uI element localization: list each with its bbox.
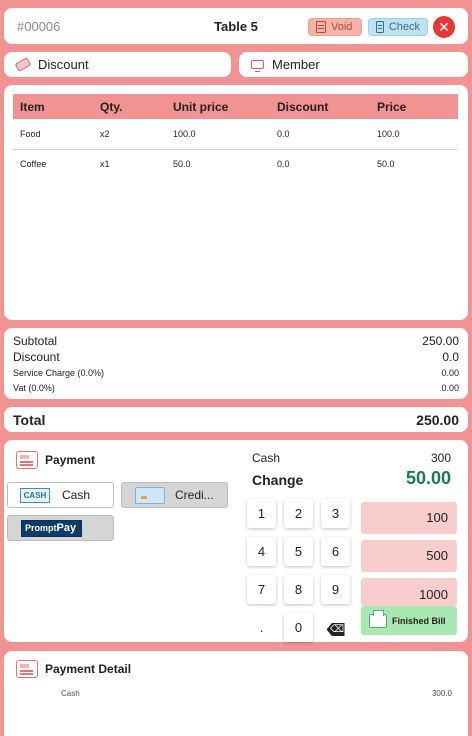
discount-button[interactable]: Discount (4, 52, 231, 77)
cell-discount: 0.0 (270, 119, 370, 150)
void-icon (316, 21, 326, 33)
cell-unit-price: 100.0 (166, 119, 270, 150)
keypad-key-8[interactable]: 8 (284, 575, 313, 604)
change-value: 50.00 (405, 468, 451, 488)
cash-register-icon (16, 660, 38, 678)
service-charge-value: 0.00 (441, 368, 459, 378)
cell-item: Coffee (20, 159, 47, 170)
discount-label: Discount (38, 57, 89, 72)
vat-label: Vat (0.0%) (13, 383, 55, 393)
credit-method-label: Credi... (175, 488, 214, 502)
cash-register-icon (16, 451, 38, 469)
quick-amount-500[interactable]: 500 (361, 540, 457, 572)
credit-card-icon (135, 486, 165, 504)
table-header-row: Item Qty. Unit price Discount Price (13, 94, 458, 119)
quick-amount-100[interactable]: 100 (361, 502, 457, 534)
column-header-qty: Qty. (93, 94, 166, 119)
keypad-key-7[interactable]: 7 (247, 575, 276, 604)
keypad-key-9[interactable]: 9 (321, 575, 350, 604)
cell-discount: 0.0 (277, 159, 290, 170)
check-bill-icon (376, 21, 384, 33)
subtotal-row: Subtotal 250.00 (13, 334, 459, 348)
cell-item: Food (13, 119, 93, 150)
member-icon (251, 60, 264, 72)
payment-header: Payment (16, 451, 95, 469)
cell-qty: x1 (100, 159, 110, 170)
payment-method-promptpay[interactable]: PromptPay (7, 515, 114, 541)
promptpay-logo-icon: PromptPay (21, 519, 82, 537)
payment-method-cash[interactable]: CASH Cash (7, 482, 114, 508)
order-items-table: Item Qty. Unit price Discount Price Food… (13, 94, 458, 179)
keypad-key-2[interactable]: 2 (284, 499, 313, 528)
close-button[interactable]: ✕ (433, 16, 455, 38)
keypad-key-1[interactable]: 1 (247, 499, 276, 528)
payment-detail-row: Cash 300.0 (61, 689, 452, 698)
cell-price: 50.0 (377, 159, 395, 170)
keypad-backspace[interactable]: ⌫ (321, 613, 350, 642)
column-header-discount: Discount (270, 94, 370, 119)
vat-row: Vat (0.0%) 0.00 (13, 383, 459, 393)
cash-logo-icon: CASH (20, 487, 50, 503)
keypad-key-6[interactable]: 6 (321, 537, 350, 566)
service-charge-label: Service Charge (0.0%) (13, 368, 105, 378)
finished-bill-label: Finished Bill (392, 615, 446, 626)
cell-unit-price: 50.0 (173, 159, 191, 170)
total-row: Total 250.00 (13, 412, 459, 428)
cell-price: 100.0 (370, 119, 458, 150)
change-label: Change (252, 472, 304, 488)
quick-amount-1000[interactable]: 1000 (361, 578, 457, 606)
payment-detail-amount: 300.0 (431, 689, 452, 698)
cash-received-label: Cash (252, 451, 281, 465)
keypad-key-3[interactable]: 3 (321, 499, 350, 528)
promptpay-logo-prompt: Prompt (25, 522, 57, 533)
column-header-item: Item (13, 94, 93, 119)
discount-summary-label: Discount (13, 350, 60, 364)
printer-icon (369, 609, 387, 628)
table-row[interactable]: Food x2 100.0 0.0 100.0 (13, 119, 458, 150)
close-icon: ✕ (438, 19, 450, 35)
payment-method-credit[interactable]: Credi... (121, 482, 228, 508)
backspace-icon: ⌫ (326, 623, 345, 636)
column-header-unit-price: Unit price (166, 94, 270, 119)
discount-summary-value: 0.0 (442, 350, 459, 364)
member-label: Member (272, 57, 320, 72)
table-row[interactable]: Coffee x1 50.0 0.0 50.0 (13, 149, 458, 179)
discount-row: Discount 0.0 (13, 350, 459, 364)
check-button[interactable]: Check (368, 18, 428, 36)
subtotal-label: Subtotal (13, 334, 58, 348)
cell-qty: x2 (93, 119, 166, 150)
cash-method-label: Cash (62, 488, 91, 502)
member-button[interactable]: Member (239, 52, 468, 77)
keypad-key-0[interactable]: 0 (284, 613, 313, 642)
tag-icon (14, 57, 32, 72)
subtotal-value: 250.00 (422, 334, 459, 348)
void-label: Void (331, 21, 353, 33)
summary-panel: Subtotal 250.00 Discount 0.0 Service Cha… (4, 328, 468, 399)
order-header: #00006 Table 5 Void Check ✕ (4, 8, 468, 44)
column-header-price: Price (370, 94, 458, 119)
payment-panel: Payment CASH Cash Credi... PromptPay Cas… (4, 440, 468, 642)
keypad-key-4[interactable]: 4 (247, 537, 276, 566)
payment-detail-title: Payment Detail (45, 662, 132, 676)
promptpay-logo-pay: Pay (56, 521, 77, 534)
total-panel: Total 250.00 (4, 407, 468, 432)
payment-detail-method: Cash (61, 689, 80, 698)
total-label: Total (13, 412, 46, 428)
finished-bill-button[interactable]: Finished Bill (361, 606, 457, 635)
void-button[interactable]: Void (308, 18, 362, 36)
keypad-key-decimal[interactable]: . (247, 613, 276, 642)
payment-detail-panel: Payment Detail Cash 300.0 (4, 651, 468, 736)
vat-value: 0.00 (441, 383, 459, 393)
check-label: Check (388, 21, 420, 33)
service-charge-row: Service Charge (0.0%) 0.00 (13, 368, 459, 378)
order-items-panel: Item Qty. Unit price Discount Price Food… (4, 85, 468, 320)
cash-received-value: 300 (430, 451, 451, 465)
payment-detail-header: Payment Detail (16, 660, 131, 678)
keypad-key-5[interactable]: 5 (284, 537, 313, 566)
payment-title: Payment (45, 453, 96, 467)
total-value: 250.00 (416, 412, 459, 428)
